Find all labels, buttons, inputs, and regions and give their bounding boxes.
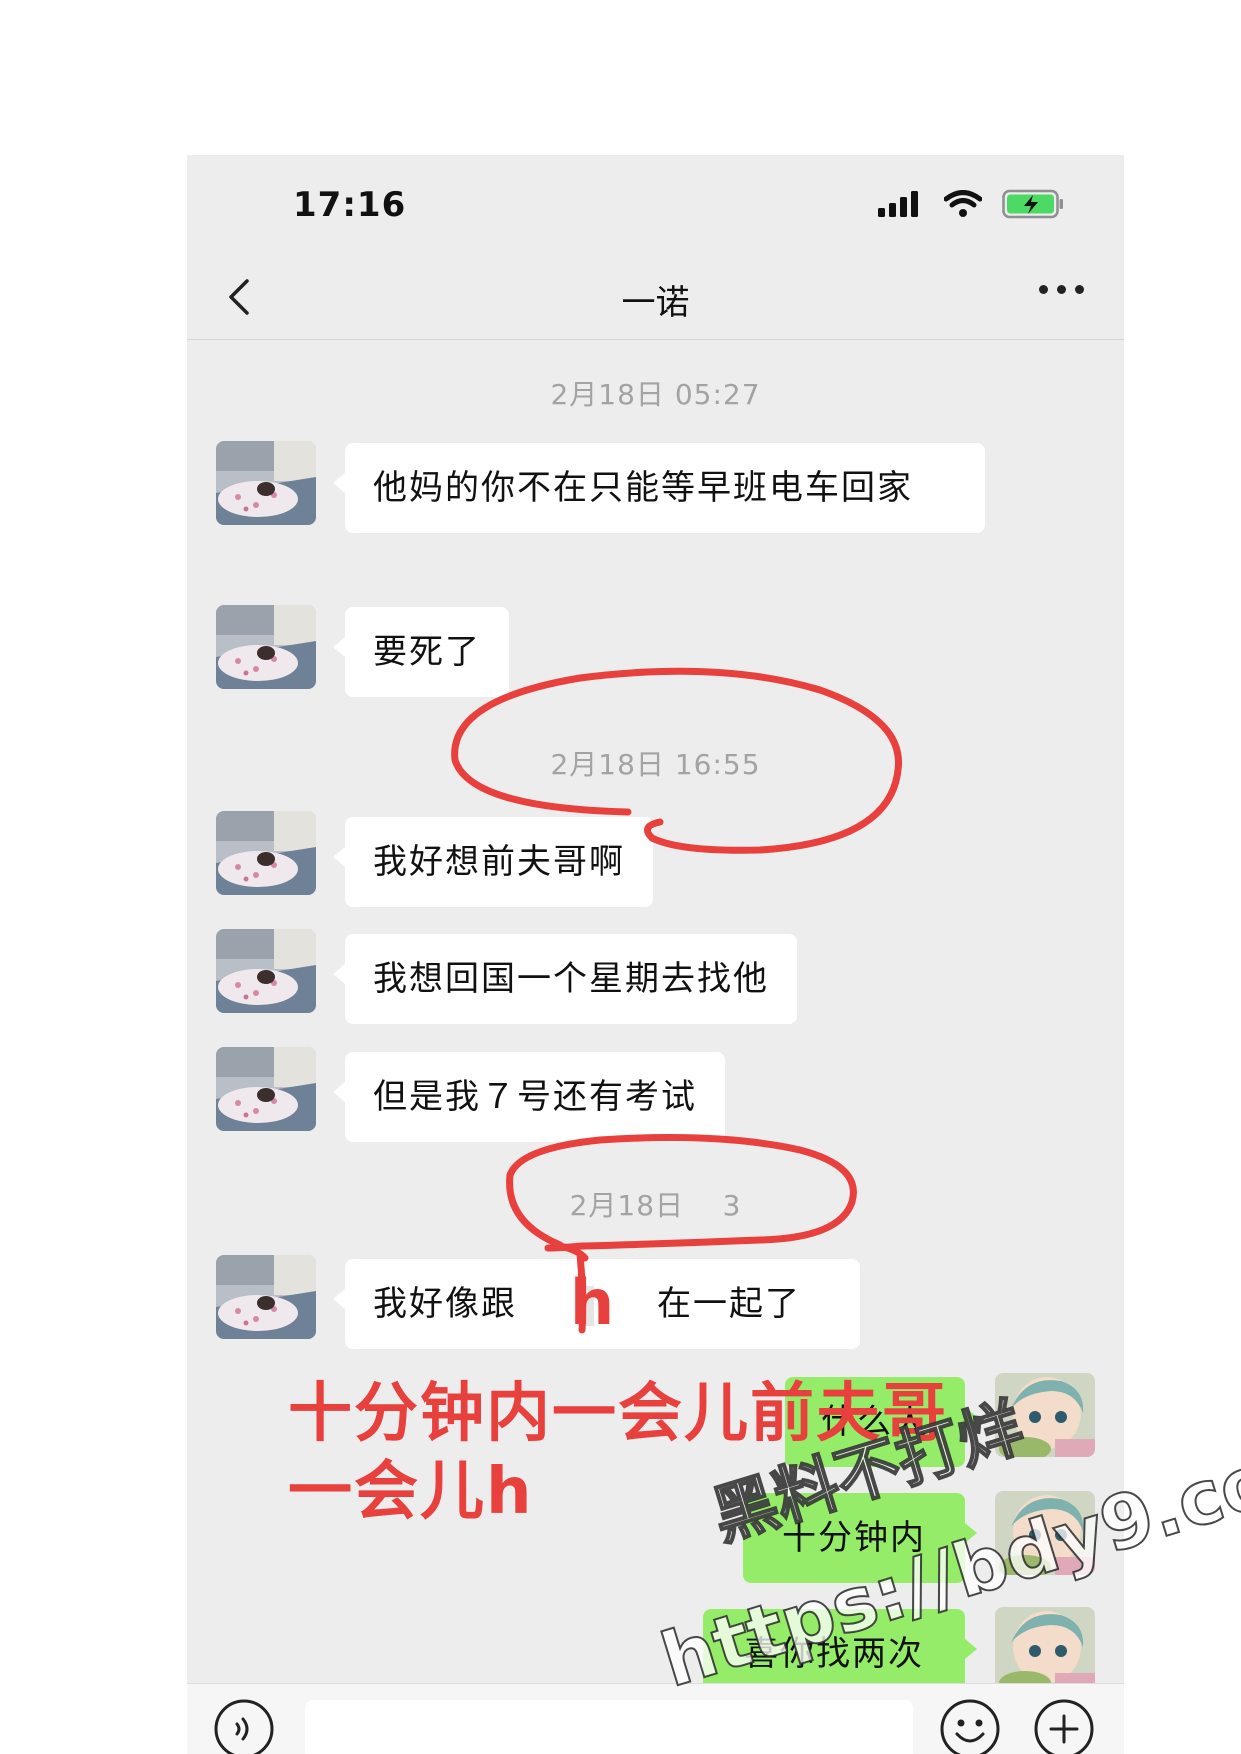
- annotation-caption: 一会儿h: [288, 1455, 534, 1529]
- annotation-circle: [506, 1134, 857, 1252]
- annotation-layer: [451, 667, 903, 1334]
- annotation-circle: [451, 667, 903, 854]
- annotation-handwritten: h: [570, 1266, 615, 1339]
